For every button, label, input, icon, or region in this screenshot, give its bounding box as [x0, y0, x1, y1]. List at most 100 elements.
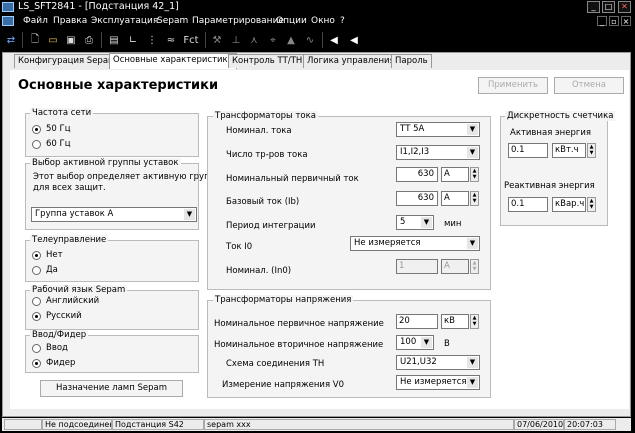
- arrow-left-icon[interactable]: ◀: [326, 32, 342, 48]
- chevron-down-icon: ▼: [467, 357, 478, 368]
- menu-file[interactable]: Файл: [23, 16, 48, 26]
- remote-control-group: [25, 240, 199, 282]
- cancel-button[interactable]: Отмена: [554, 77, 624, 94]
- ct-primary-unit[interactable]: А: [441, 167, 469, 182]
- open-folder-icon[interactable]: ▭: [45, 32, 61, 48]
- freq-60-radio[interactable]: [32, 140, 41, 149]
- reactive-energy-label: Реактивная энергия: [504, 181, 595, 191]
- language-title: Рабочий язык Sepam: [30, 285, 128, 295]
- print-icon[interactable]: ⎙: [81, 32, 97, 48]
- ct-primary-label: Номинальный первичный ток: [226, 174, 359, 184]
- curve-icon[interactable]: ∟: [125, 32, 141, 48]
- vt-secondary-select[interactable]: 100 ▼: [396, 335, 434, 350]
- reactive-energy-unit[interactable]: кВар.ч: [552, 197, 586, 212]
- remote-yes-radio[interactable]: [32, 266, 41, 275]
- remote-control-title: Телеуправление: [30, 235, 109, 245]
- child-minimize-icon[interactable]: _: [597, 16, 607, 26]
- reactive-energy-spinner[interactable]: ▲ ▼: [587, 197, 596, 212]
- ct-base-input[interactable]: 630: [396, 191, 438, 206]
- vt-primary-spinner[interactable]: ▲ ▼: [470, 314, 479, 329]
- wave-icon[interactable]: ∿: [302, 32, 318, 48]
- ct-period-label: Период интеграции: [226, 221, 316, 231]
- chevron-down-icon: ▼: [184, 209, 195, 220]
- menu-options[interactable]: Опции: [276, 16, 307, 26]
- child-restore-icon[interactable]: ▫: [609, 16, 619, 26]
- window-title: LS_SFT2841 - [Подстанция 42_1]: [18, 1, 179, 12]
- reactive-energy-input[interactable]: 0.1: [508, 197, 548, 212]
- menu-parameters[interactable]: Параметрирование: [192, 16, 284, 26]
- menu-edit[interactable]: Правка: [53, 16, 87, 26]
- chevron-down-icon: ▼: [467, 377, 478, 388]
- fct-icon[interactable]: Fct: [180, 32, 202, 48]
- apply-button[interactable]: Применить: [478, 77, 548, 94]
- ct-in0-spinner[interactable]: ▲ ▼: [470, 259, 479, 274]
- ct-primary-input[interactable]: 630: [396, 167, 438, 182]
- antenna-icon[interactable]: ⊥: [228, 32, 244, 48]
- freq-60-label: 60 Гц: [46, 139, 71, 149]
- remote-no-radio[interactable]: [32, 251, 41, 260]
- frequency-group: [25, 113, 199, 157]
- menu-operation[interactable]: Эксплуатация: [91, 16, 158, 26]
- ct-nominal-select[interactable]: ТТ 5А ▼: [396, 122, 480, 137]
- ct-count-select[interactable]: I1,I2,I3 ▼: [396, 145, 480, 160]
- tab-sepam-config[interactable]: Конфигурация Sepam: [14, 54, 121, 68]
- status-sepam: sepam xxx: [204, 419, 514, 430]
- incomer-radio[interactable]: [32, 344, 41, 353]
- active-group-desc: Этот выбор определяет активную группу: [33, 172, 221, 182]
- active-energy-unit[interactable]: кВт.ч: [552, 143, 586, 158]
- menu-sepam[interactable]: Sepam: [157, 16, 188, 26]
- minimize-icon[interactable]: _: [587, 1, 600, 13]
- wrench-icon[interactable]: ⚒: [209, 32, 225, 48]
- active-energy-spinner[interactable]: ▲ ▼: [587, 143, 596, 158]
- sepam-unit-icon[interactable]: ▤: [106, 32, 122, 48]
- status-bar: Не подсоединен Подстанция S42 sepam xxx …: [2, 418, 631, 431]
- tab-password[interactable]: Пароль: [391, 54, 432, 68]
- lang-english-radio[interactable]: [32, 297, 41, 306]
- network-icon[interactable]: ⋏: [246, 32, 262, 48]
- bell-icon[interactable]: ▲: [283, 32, 299, 48]
- tree-icon[interactable]: ⌖: [265, 32, 281, 48]
- active-energy-label: Активная энергия: [510, 128, 591, 138]
- new-file-icon[interactable]: 🗋: [27, 32, 43, 48]
- save-icon[interactable]: ▣: [63, 32, 79, 48]
- vt-secondary-unit: В: [444, 339, 450, 349]
- menu-window[interactable]: Окно: [311, 16, 335, 26]
- ct-base-unit[interactable]: А: [441, 191, 469, 206]
- vt-v0-select[interactable]: Не измеряется ▼: [396, 375, 480, 390]
- arrow-right-icon[interactable]: ◀: [346, 32, 362, 48]
- toolbar: ⇄ 🗋 ▭ ▣ ⎙ ▤ ∟ ⋮ ≈ Fct ⚒ ⊥ ⋏ ⌖ ▲ ∿ ◀ ◀: [0, 29, 635, 51]
- tab-ct-vt-control[interactable]: Контроль ТТ/ТН: [228, 54, 307, 68]
- tab-control-logic[interactable]: Логика управления: [303, 54, 399, 68]
- tab-main-characteristics[interactable]: Основные характеристики: [109, 53, 238, 69]
- ct-i0-select[interactable]: Не измеряется ▼: [350, 236, 480, 251]
- close-icon[interactable]: ✕: [618, 1, 631, 13]
- ct-base-spinner[interactable]: ▲ ▼: [470, 191, 479, 206]
- lang-russian-radio[interactable]: [32, 312, 41, 321]
- lang-russian-label: Русский: [46, 311, 82, 321]
- incomer-label: Ввод: [46, 343, 68, 353]
- feeder-radio[interactable]: [32, 359, 41, 368]
- freq-50-radio[interactable]: [32, 125, 41, 134]
- ct-nominal-value: ТТ 5А: [400, 124, 425, 134]
- chevron-down-icon: ▼: [467, 124, 478, 135]
- vt-group-title: Трансформаторы напряжения: [213, 295, 354, 305]
- connect-icon[interactable]: ⇄: [3, 32, 19, 48]
- toolbar-separator: [205, 32, 206, 48]
- setting-group-select[interactable]: Группа уставок А ▼: [31, 207, 197, 222]
- vt-scheme-select[interactable]: U21,U32 ▼: [396, 355, 480, 370]
- matrix-icon[interactable]: ⋮: [144, 32, 160, 48]
- vt-primary-input[interactable]: 20: [396, 314, 438, 329]
- ct-in0-unit[interactable]: А: [441, 259, 469, 274]
- assign-lamps-button[interactable]: Назначение ламп Sepam: [40, 380, 183, 397]
- child-close-icon[interactable]: ×: [621, 16, 631, 26]
- ct-primary-spinner[interactable]: ▲ ▼: [470, 167, 479, 182]
- logic-icon[interactable]: ≈: [163, 32, 179, 48]
- ct-period-select[interactable]: 5 ▼: [396, 215, 434, 230]
- vt-primary-label: Номинальное первичное напряжение: [214, 319, 384, 329]
- active-energy-input[interactable]: 0.1: [508, 143, 548, 158]
- ct-in0-input[interactable]: 1: [396, 259, 438, 274]
- maximize-icon[interactable]: □: [602, 1, 615, 13]
- vt-primary-unit[interactable]: кВ: [441, 314, 469, 329]
- remote-no-label: Нет: [46, 250, 63, 260]
- menu-help[interactable]: ?: [340, 16, 345, 26]
